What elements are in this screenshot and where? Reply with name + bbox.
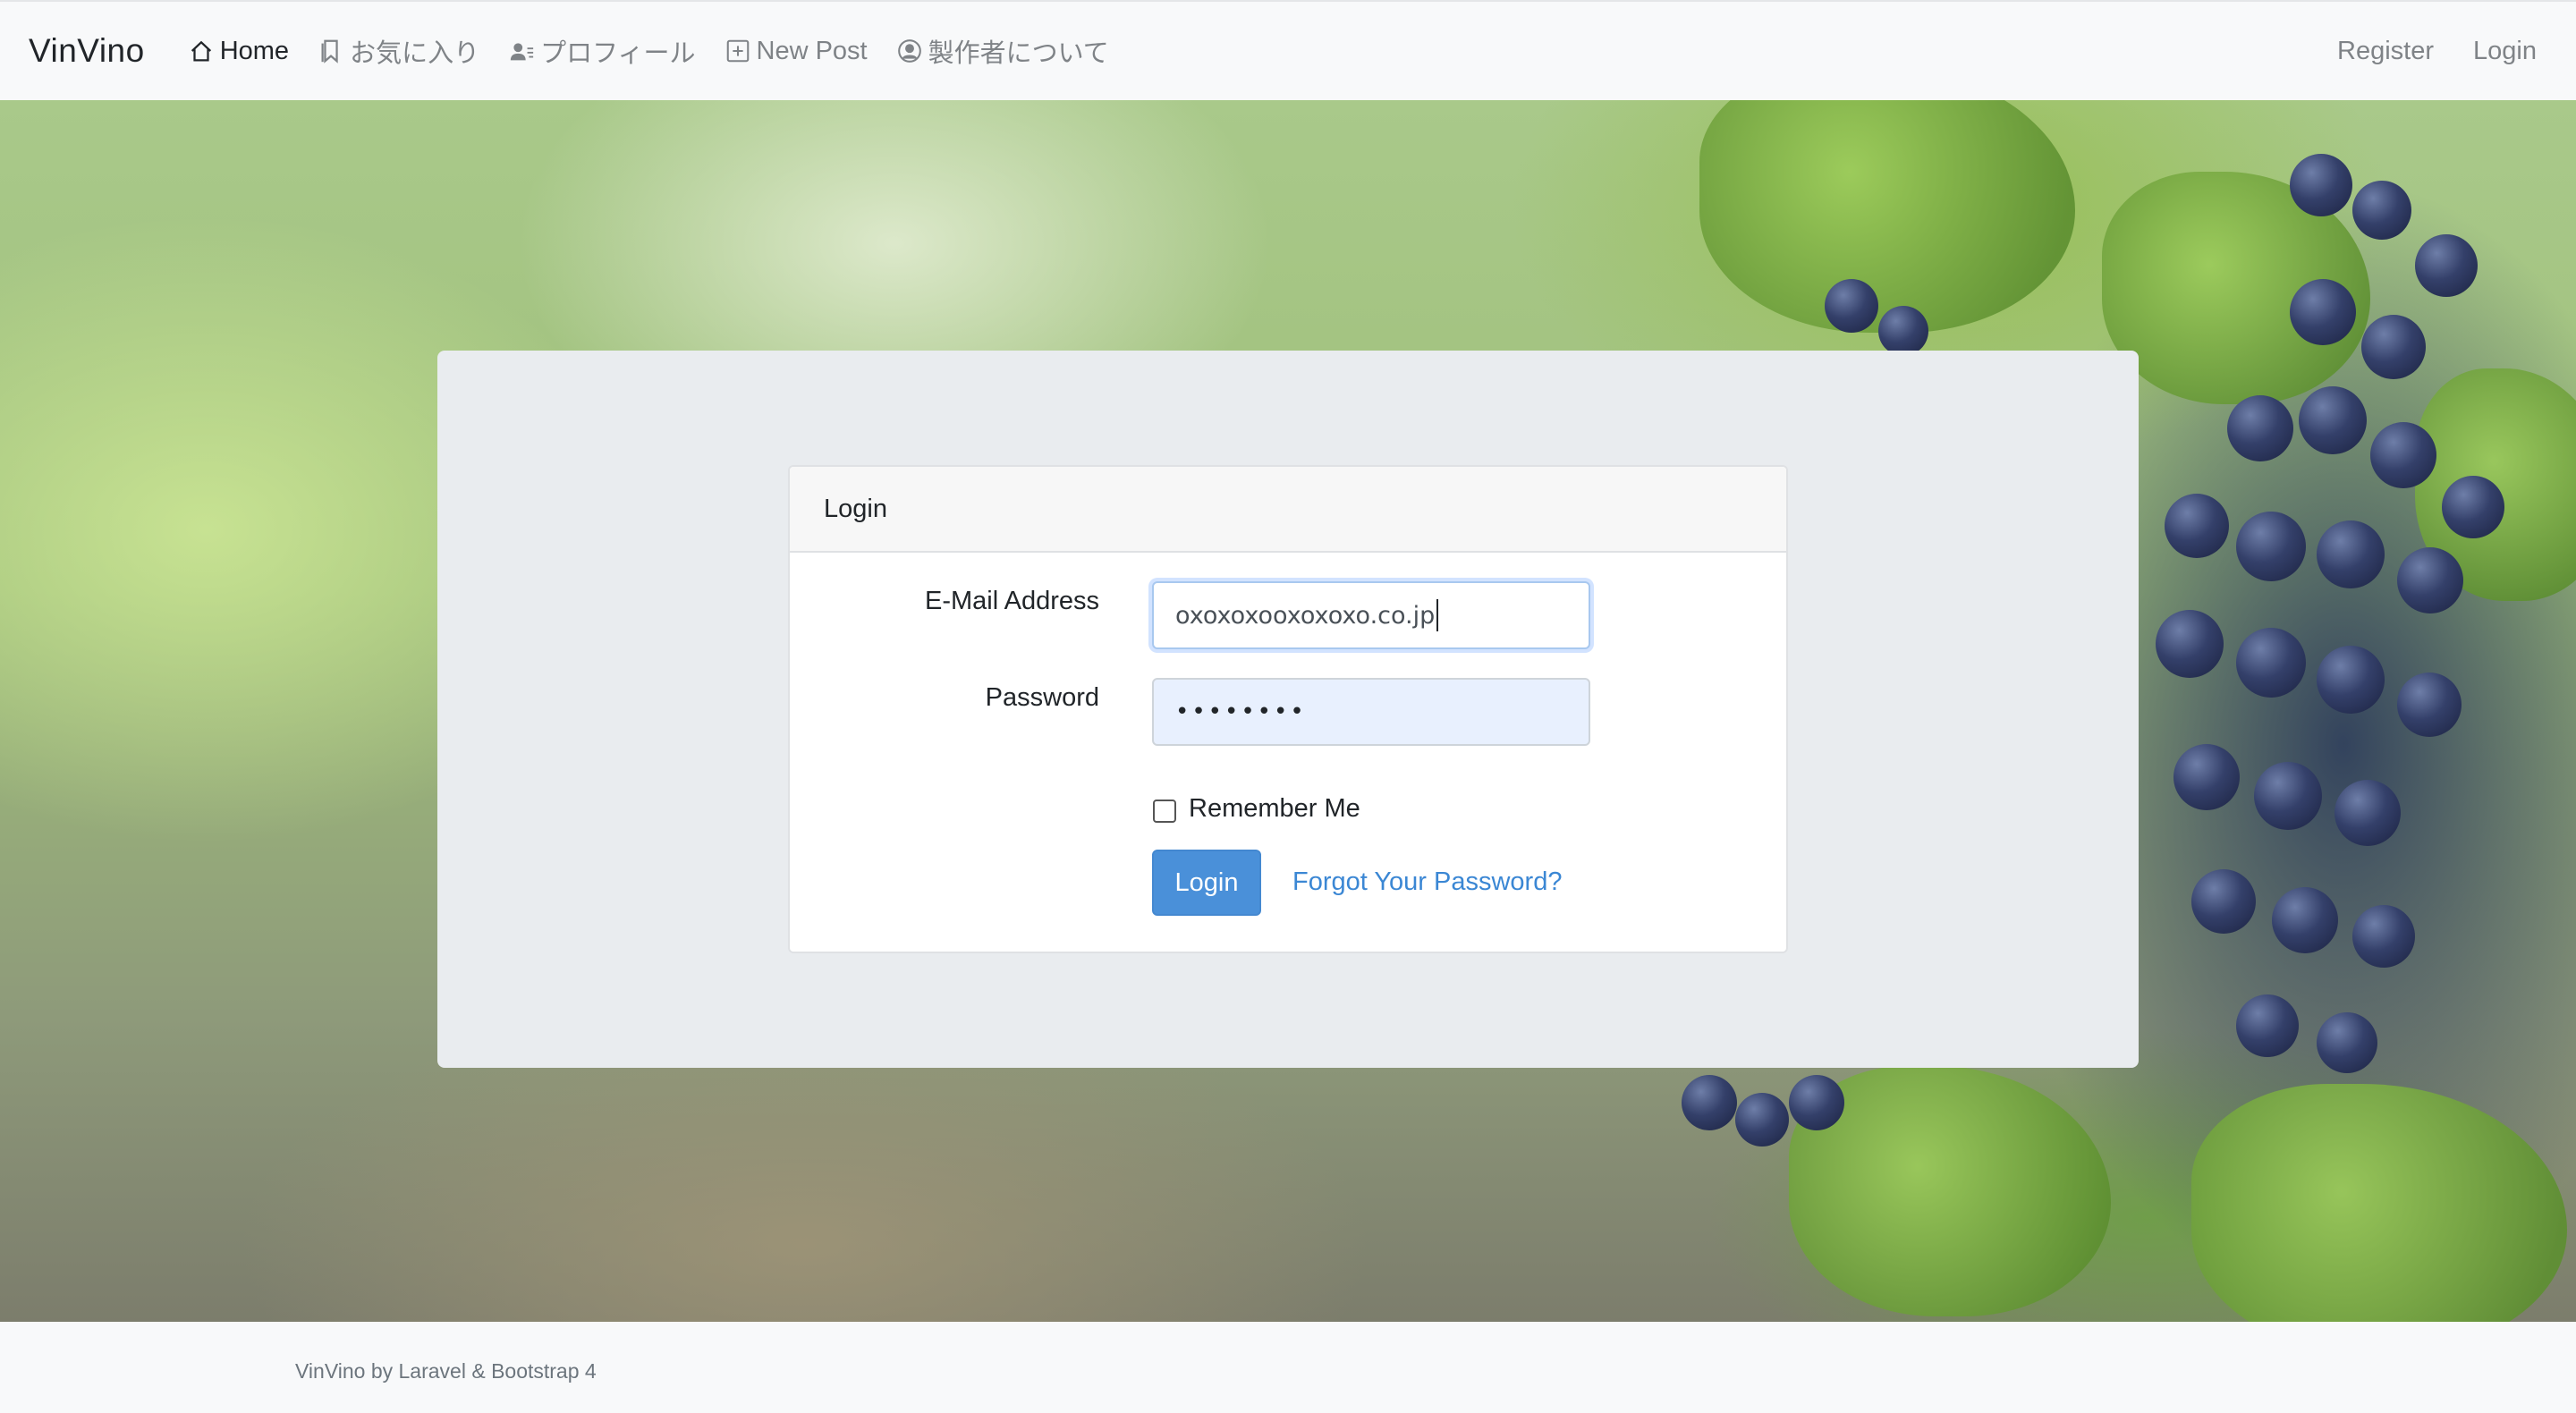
navbar: VinVino Home お気に入り プロフィール New Post 製作者につ… bbox=[0, 0, 2576, 100]
email-row: E-Mail Address bbox=[790, 587, 1099, 616]
login-card: Login E-Mail Address oxoxoxooxoxoxo.co.j… bbox=[788, 465, 1788, 953]
card-header-title: Login bbox=[790, 467, 1786, 553]
remember-me-checkbox[interactable] bbox=[1153, 800, 1176, 823]
leaf-decoration bbox=[1699, 100, 2075, 333]
person-lines-icon bbox=[510, 43, 534, 61]
footer-text: VinVino by Laravel & Bootstrap 4 bbox=[295, 1359, 597, 1383]
nav-item-new-post[interactable]: New Post bbox=[724, 37, 868, 66]
register-link[interactable]: Register bbox=[2337, 37, 2434, 66]
password-label: Password bbox=[985, 683, 1099, 712]
leaf-decoration bbox=[2191, 1084, 2567, 1322]
nav-item-favorites[interactable]: お気に入り bbox=[318, 32, 479, 70]
nav-item-label: お気に入り bbox=[350, 39, 480, 68]
brand-logo[interactable]: VinVino bbox=[29, 32, 145, 70]
login-link[interactable]: Login bbox=[2473, 37, 2537, 66]
email-label: E-Mail Address bbox=[924, 587, 1099, 615]
login-submit-button[interactable]: Login bbox=[1152, 850, 1261, 916]
nav-item-label: プロフィール bbox=[540, 39, 696, 68]
person-circle-icon bbox=[897, 39, 921, 63]
nav-item-about[interactable]: 製作者について bbox=[896, 32, 1109, 70]
home-icon bbox=[191, 40, 211, 62]
password-value: •••••••• bbox=[1175, 698, 1307, 725]
nav-auth-links: Register Login bbox=[2298, 2, 2537, 100]
nav-item-label: 製作者について bbox=[928, 39, 1109, 68]
forgot-password-link[interactable]: Forgot Your Password? bbox=[1292, 867, 1562, 897]
nav-item-profile[interactable]: プロフィール bbox=[508, 32, 696, 70]
footer: VinVino by Laravel & Bootstrap 4 bbox=[0, 1322, 2576, 1413]
email-value: oxoxoxooxoxoxo.co.jp bbox=[1175, 601, 1436, 630]
bookmark-icon bbox=[321, 39, 338, 63]
plus-square-icon bbox=[726, 39, 749, 63]
email-input[interactable]: oxoxoxooxoxoxo.co.jp bbox=[1152, 581, 1590, 649]
password-row: Password bbox=[790, 683, 1099, 713]
nav-item-label: New Post bbox=[756, 36, 868, 65]
password-input[interactable]: •••••••• bbox=[1152, 678, 1590, 746]
text-caret bbox=[1436, 599, 1439, 631]
nav-links: Home お気に入り プロフィール New Post 製作者について bbox=[188, 32, 1138, 70]
nav-item-label: Home bbox=[219, 36, 290, 65]
nav-item-home[interactable]: Home bbox=[188, 37, 289, 66]
remember-me-label[interactable]: Remember Me bbox=[1189, 794, 1360, 824]
jumbotron-panel: Login E-Mail Address oxoxoxooxoxoxo.co.j… bbox=[437, 351, 2139, 1068]
